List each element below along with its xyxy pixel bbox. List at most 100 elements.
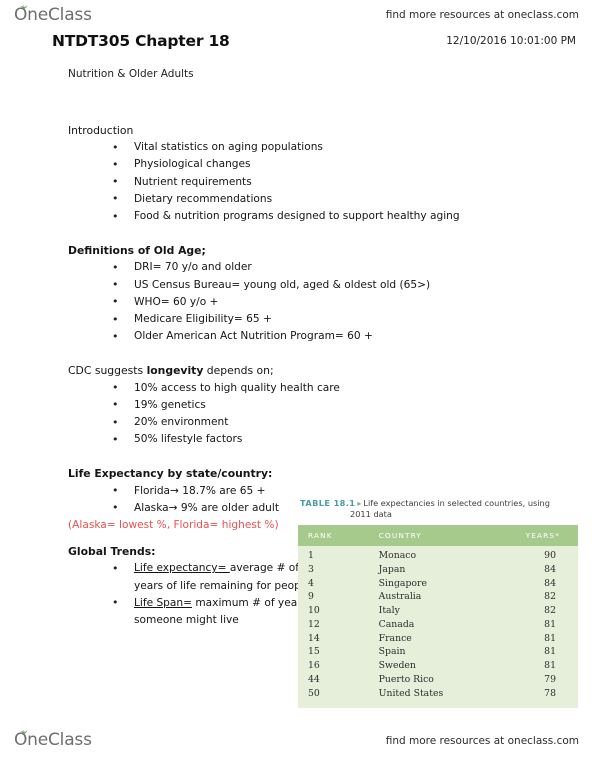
table-row: 12 Canada 81 <box>298 618 578 632</box>
figure-table-18-1: TABLE 18.1 ▸ Life expectancies in selected… <box>298 498 578 709</box>
column-header-years: YEARS* <box>495 525 578 546</box>
list-item: Medicare Eligibility= 65 + <box>112 311 528 328</box>
cell-years: 81 <box>544 632 556 644</box>
table-row: 50 United States 78 <box>298 687 578 709</box>
cell-country: France <box>378 632 412 644</box>
list-item: Physiological changes <box>112 156 528 173</box>
section-definitions: Definitions of Old Age; DRI= 70 y/o and … <box>68 242 528 345</box>
cell-years: 84 <box>544 577 556 589</box>
definitions-bullet-list: DRI= 70 y/o and older US Census Bureau= … <box>68 259 528 345</box>
cell-country: Japan <box>378 563 406 575</box>
table-body: 1 Monaco 90 3 Japan 84 4 Singapore 84 9 … <box>298 546 578 708</box>
table-row: 44 Puerto Rico 79 <box>298 673 578 687</box>
oneclass-logo-footer[interactable]: OneClass <box>14 730 92 749</box>
table-row: 15 Spain 81 <box>298 645 578 659</box>
list-item: Life expectancy= average # of years of l… <box>112 560 320 594</box>
cell-years: 84 <box>544 563 556 575</box>
cell-rank: 44 <box>308 674 320 686</box>
cell-country: Canada <box>378 618 415 630</box>
cell-rank: 14 <box>308 632 320 644</box>
cell-country: Singapore <box>378 577 427 589</box>
oneclass-logo[interactable]: OneClass <box>14 5 92 24</box>
section-cdc-longevity: CDC suggests longevity depends on; 10% a… <box>68 362 528 448</box>
list-item: 20% environment <box>112 414 528 431</box>
cell-country: Italy <box>378 605 400 617</box>
list-item: 10% access to high quality health care <box>112 379 528 397</box>
header-tagline: find more resources at oneclass.com <box>385 9 579 21</box>
cdc-heading-prefix: CDC suggests <box>68 364 147 378</box>
cdc-heading-suffix: depends on; <box>203 364 274 378</box>
table-header: RANK COUNTRY YEARS* <box>298 525 578 546</box>
page-header: OneClass find more resources at oneclass… <box>0 4 595 34</box>
list-item: WHO= 60 y/o + <box>112 293 528 311</box>
table-row: 4 Singapore 84 <box>298 576 578 590</box>
page-title: NTDT305 Chapter 18 <box>52 32 230 50</box>
footer-tagline: find more resources at oneclass.com <box>385 735 579 747</box>
cell-rank: 16 <box>308 660 320 672</box>
list-item: Nutrient requirements <box>112 173 528 191</box>
table-row: 16 Sweden 81 <box>298 659 578 673</box>
cell-years: 78 <box>544 687 556 699</box>
cell-country: Sweden <box>378 660 416 672</box>
cell-rank: 10 <box>308 605 320 617</box>
table-row: 10 Italy 82 <box>298 604 578 618</box>
cell-rank: 3 <box>308 563 314 575</box>
cell-years: 79 <box>544 674 556 686</box>
cell-rank: 15 <box>308 646 320 658</box>
cell-rank: 12 <box>308 618 320 630</box>
cell-country: Monaco <box>378 550 417 561</box>
list-item: 19% genetics <box>112 396 528 414</box>
table-row: 14 France 81 <box>298 632 578 646</box>
list-item: Older American Act Nutrition Program= 60… <box>112 328 528 345</box>
figure-caption-line2: 2011 data <box>350 509 392 519</box>
cell-rank: 9 <box>308 591 314 603</box>
section-heading-definitions: Definitions of Old Age; <box>68 244 206 258</box>
cell-country: Australia <box>378 591 422 603</box>
table-row: 9 Australia 82 <box>298 590 578 604</box>
cell-country: Puerto Rico <box>378 674 434 686</box>
cell-years: 90 <box>544 550 556 561</box>
list-item: DRI= 70 y/o and older <box>112 259 528 276</box>
cell-country: Spain <box>378 646 406 658</box>
section-introduction: Introduction Vital statistics on aging p… <box>68 122 528 225</box>
list-item: Food & nutrition programs designed to su… <box>112 208 528 225</box>
column-header-rank: RANK <box>298 525 353 546</box>
sprout-leaf-icon <box>20 5 28 11</box>
list-item: Life Span= maximum # of years someone mi… <box>112 594 320 629</box>
list-item: US Census Bureau= young old, aged & olde… <box>112 276 528 294</box>
term-life-expectancy: Life expectancy= <box>134 562 230 575</box>
figure-label: TABLE 18.1 <box>300 498 356 508</box>
table-header-row: RANK COUNTRY YEARS* <box>298 525 578 546</box>
section-heading-introduction: Introduction <box>68 124 134 137</box>
intro-bullet-list: Vital statistics on aging populations Ph… <box>68 139 528 225</box>
sprout-leaf-icon <box>20 730 28 736</box>
cell-rank: 50 <box>308 687 320 699</box>
table-row: 3 Japan 84 <box>298 563 578 577</box>
cell-rank: 4 <box>308 577 314 589</box>
term-life-span: Life Span= <box>134 596 192 609</box>
cell-years: 81 <box>544 660 556 672</box>
page-footer: OneClass find more resources at oneclass… <box>0 730 595 756</box>
life-expectancy-table: RANK COUNTRY YEARS* 1 Monaco 90 3 Japan … <box>298 525 578 709</box>
cell-rank: 1 <box>308 550 314 561</box>
cell-years: 82 <box>544 605 556 617</box>
cdc-bullet-list: 10% access to high quality health care 1… <box>68 379 528 449</box>
list-item: Vital statistics on aging populations <box>112 139 528 156</box>
life-expectancy-note: (Alaska= lowest %, Florida= highest %) <box>68 519 279 532</box>
cell-years: 82 <box>544 591 556 603</box>
list-item: Dietary recommendations <box>112 190 528 208</box>
cell-country: United States <box>378 687 444 699</box>
figure-caption: TABLE 18.1 ▸ Life expectancies in selected… <box>298 498 578 520</box>
list-item: 50% lifestyle factors <box>112 431 528 448</box>
document-page: OneClass find more resources at oneclass… <box>0 0 595 770</box>
section-heading-life-expectancy: Life Expectancy by state/country: <box>68 467 273 481</box>
section-heading-cdc: CDC suggests longevity depends on; <box>68 362 528 379</box>
column-header-country: COUNTRY <box>352 525 496 546</box>
cdc-heading-emphasis: longevity <box>146 364 204 378</box>
cell-years: 81 <box>544 646 556 658</box>
cell-years: 81 <box>544 618 556 630</box>
figure-caption-line1: Life expectancies in selected countries,… <box>363 498 550 508</box>
